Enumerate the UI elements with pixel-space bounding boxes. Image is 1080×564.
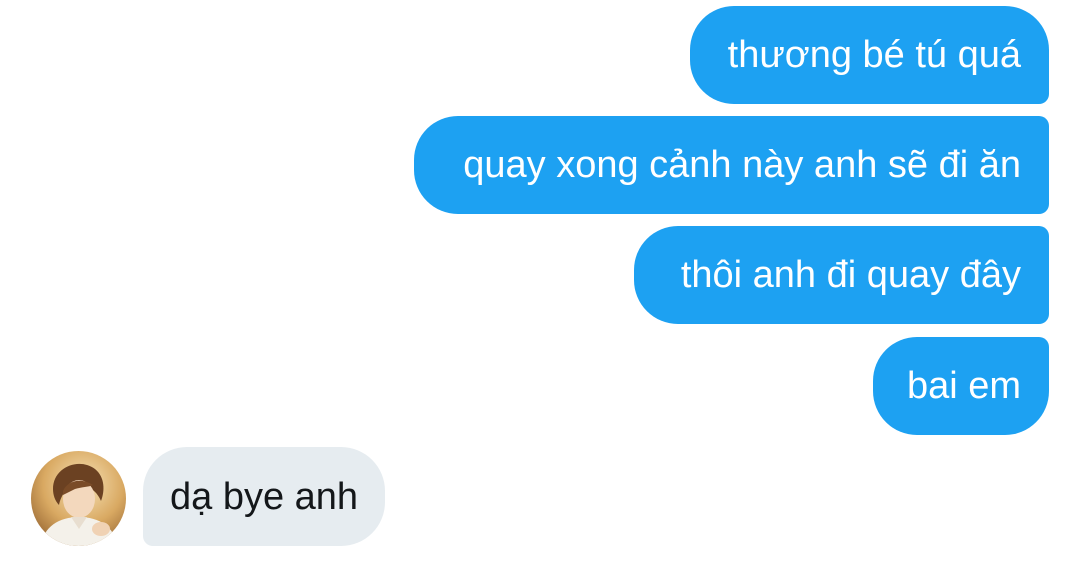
message-text: bai em [906, 365, 1021, 407]
avatar-photo-icon [31, 451, 126, 546]
message-text: thương bé tú quá [727, 34, 1021, 76]
message-text: thôi anh đi quay đây [680, 254, 1021, 296]
conversation-view: thương bé tú quá quay xong cảnh này anh … [0, 0, 1080, 564]
sent-message-bubble[interactable]: thương bé tú quá [690, 6, 1049, 104]
received-message-bubble[interactable]: dạ bye anh [143, 447, 386, 546]
sent-message-bubble[interactable]: bai em [873, 337, 1049, 435]
sent-message-bubble[interactable]: thôi anh đi quay đây [634, 226, 1049, 324]
contact-avatar[interactable] [31, 451, 126, 546]
message-text: dạ bye anh [170, 475, 359, 518]
sent-message-bubble[interactable]: quay xong cảnh này anh sẽ đi ăn [414, 116, 1049, 214]
message-text: quay xong cảnh này anh sẽ đi ăn [463, 144, 1021, 186]
